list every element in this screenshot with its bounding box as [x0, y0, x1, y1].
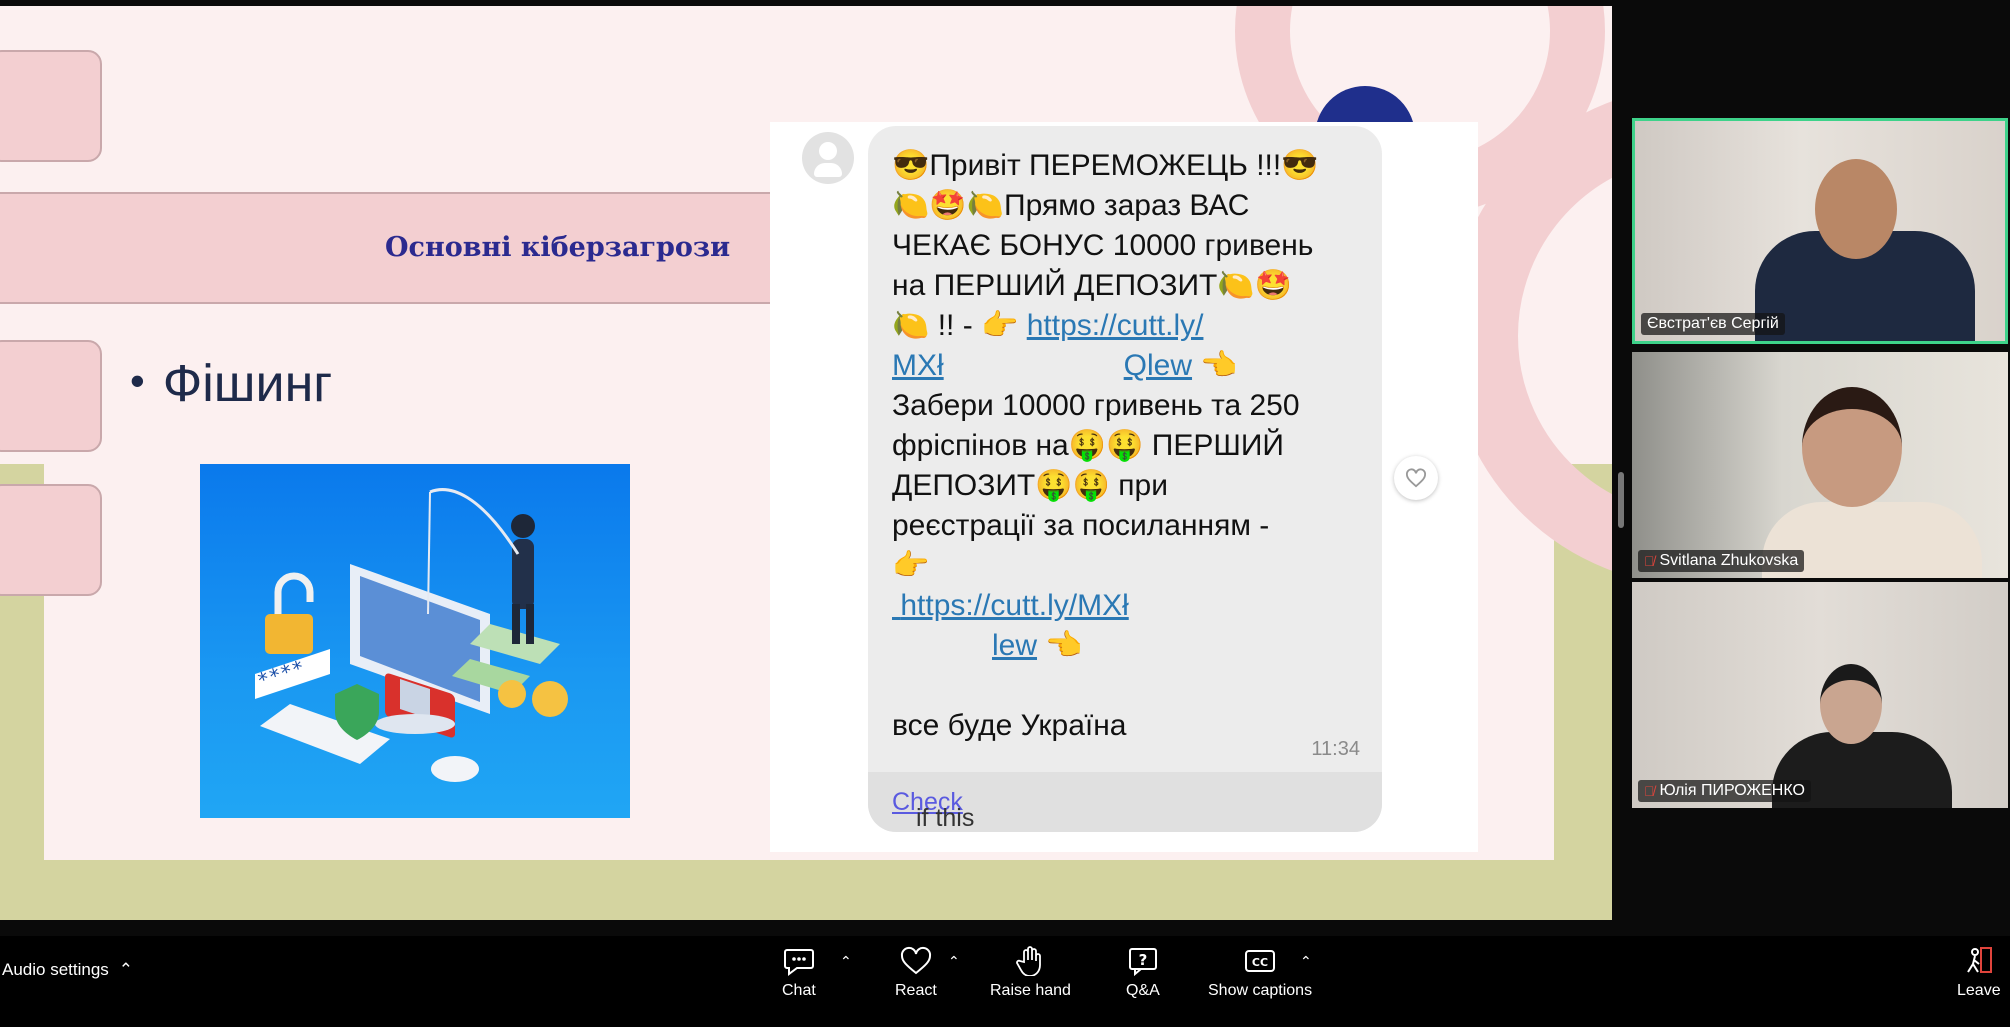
- react-options-chevron-icon[interactable]: ⌃: [948, 954, 960, 970]
- message-line: 😎Привіт ПЕРЕМОЖЕЦЬ !!!😎: [892, 149, 1319, 182]
- message-link: https://cutt.ly/: [1026, 309, 1204, 342]
- participant-name: Євстрат'єв Сергій: [1647, 315, 1779, 332]
- participant-name-tag: 🎙̸ Юлія ПИРОЖЕНКО: [1638, 780, 1811, 802]
- show-captions-label: Show captions: [1208, 982, 1313, 999]
- message-line: 👈: [1037, 629, 1083, 662]
- react-button[interactable]: React: [895, 946, 937, 1000]
- message-text: 😎Привіт ПЕРЕМОЖЕЦЬ !!!😎 🍋🤩🍋Прямо зараз В…: [892, 146, 1372, 746]
- slide-title: Основні кіберзагрози: [385, 232, 731, 263]
- raise-hand-label: Raise hand: [990, 982, 1071, 999]
- chat-options-chevron-icon[interactable]: ⌃: [840, 954, 852, 970]
- svg-text:?: ?: [1139, 951, 1148, 969]
- message-link: https://cutt.ly/MXł: [892, 589, 1129, 622]
- participant-name-tag: 🎙̸ Svitlana Zhukovska: [1638, 550, 1805, 572]
- audio-settings-label: Audio settings: [2, 960, 109, 979]
- raise-hand-button[interactable]: Raise hand: [990, 946, 1071, 1000]
- message-line: ЧЕКАЄ БОНУС 10000 гривень: [892, 229, 1314, 262]
- show-captions-button[interactable]: CC Show captions: [1208, 946, 1312, 1000]
- chat-icon: [783, 949, 814, 976]
- qa-label: Q&A: [1126, 982, 1160, 999]
- message-time: 11:34: [1311, 738, 1360, 760]
- audio-settings-button[interactable]: Audio settings ⌃: [2, 960, 133, 980]
- message-line: 🍋 !! - 👉: [892, 309, 1027, 342]
- message-line: на ПЕРШИЙ ДЕПОЗИТ🍋🤩: [892, 269, 1293, 302]
- heart-icon: [900, 946, 931, 975]
- svg-text:CC: CC: [1252, 956, 1268, 969]
- participant-video: [1815, 159, 1897, 259]
- spam-message-screenshot: 😎Привіт ПЕРЕМОЖЕЦЬ !!!😎 🍋🤩🍋Прямо зараз В…: [770, 122, 1478, 852]
- message-line: 👈: [1192, 349, 1238, 382]
- participant-name: Svitlana Zhukovska: [1659, 552, 1799, 569]
- panel-resize-handle[interactable]: [1618, 472, 1624, 528]
- chat-button[interactable]: Chat: [782, 946, 816, 1000]
- bullet-dot: •: [130, 357, 145, 404]
- message-link: lew: [992, 629, 1038, 662]
- mic-muted-icon: 🎙̸: [1644, 783, 1655, 799]
- shared-slide: Основні кіберзагрози • Фішинг **** 😎Прив…: [0, 6, 1612, 920]
- mic-muted-icon: 🎙̸: [1644, 553, 1655, 569]
- redaction: [892, 633, 992, 662]
- decor-tab-2: [0, 340, 102, 452]
- participant-name: Юлія ПИРОЖЕНКО: [1659, 782, 1805, 799]
- leave-button[interactable]: Leave: [1957, 946, 2001, 1000]
- bullet-text: Фішинг: [162, 355, 333, 413]
- message-line: 🍋🤩🍋Прямо зараз ВАС: [892, 189, 1250, 222]
- qa-button[interactable]: ? Q&A: [1126, 946, 1160, 1000]
- message-link: Qlew: [1123, 349, 1193, 382]
- message-bubble: 😎Привіт ПЕРЕМОЖЕЦЬ !!!😎 🍋🤩🍋Прямо зараз В…: [868, 126, 1382, 832]
- video-tile-3[interactable]: 🎙̸ Юлія ПИРОЖЕНКО: [1632, 582, 2008, 808]
- participant-video: [1820, 664, 1882, 744]
- message-line: фріспінов на🤑🤑 ПЕРШИЙ: [892, 429, 1284, 462]
- meeting-toolbar: Audio settings ⌃ Chat ⌃ React ⌃ Raise ha…: [0, 936, 2010, 1027]
- message-line: 👉: [892, 549, 930, 582]
- spam-check-text: if this message contains spam: [916, 804, 975, 832]
- redaction: [943, 353, 1124, 382]
- bullet-item: • Фішинг: [130, 354, 332, 414]
- chevron-up-icon: ⌃: [118, 960, 134, 979]
- captions-icon: CC: [1245, 950, 1276, 972]
- message-line: ДЕПОЗИТ🤑🤑 при: [892, 469, 1168, 502]
- chat-label: Chat: [782, 982, 816, 999]
- leave-icon: [1966, 947, 1992, 973]
- participant-video: [1802, 387, 1902, 507]
- video-tile-2[interactable]: 🎙̸ Svitlana Zhukovska: [1632, 352, 2008, 578]
- decor-tab-1: [0, 50, 102, 162]
- decor-tab-3: [0, 484, 102, 596]
- message-link: MXł: [892, 349, 944, 382]
- message-line: реєстрації за посиланням -: [892, 509, 1270, 542]
- react-label: React: [895, 982, 937, 999]
- captions-options-chevron-icon[interactable]: ⌃: [1300, 954, 1312, 970]
- participant-name-tag: Євстрат'єв Сергій: [1641, 313, 1785, 335]
- message-line: Забери 10000 гривень та 250: [892, 389, 1300, 422]
- message-line: все буде Україна: [892, 709, 1127, 742]
- hand-icon: [1016, 946, 1042, 976]
- video-tile-1[interactable]: Євстрат'єв Сергій: [1632, 118, 2008, 344]
- leave-label: Leave: [1957, 982, 2001, 999]
- question-icon: ?: [1128, 948, 1157, 976]
- sender-avatar-icon: [802, 132, 854, 184]
- phishing-illustration: ****: [200, 464, 630, 818]
- phishing-illustration-art: ****: [254, 488, 568, 782]
- spam-check-bar: Check if this message contains spam: [868, 772, 1382, 832]
- heart-icon: [1394, 456, 1438, 500]
